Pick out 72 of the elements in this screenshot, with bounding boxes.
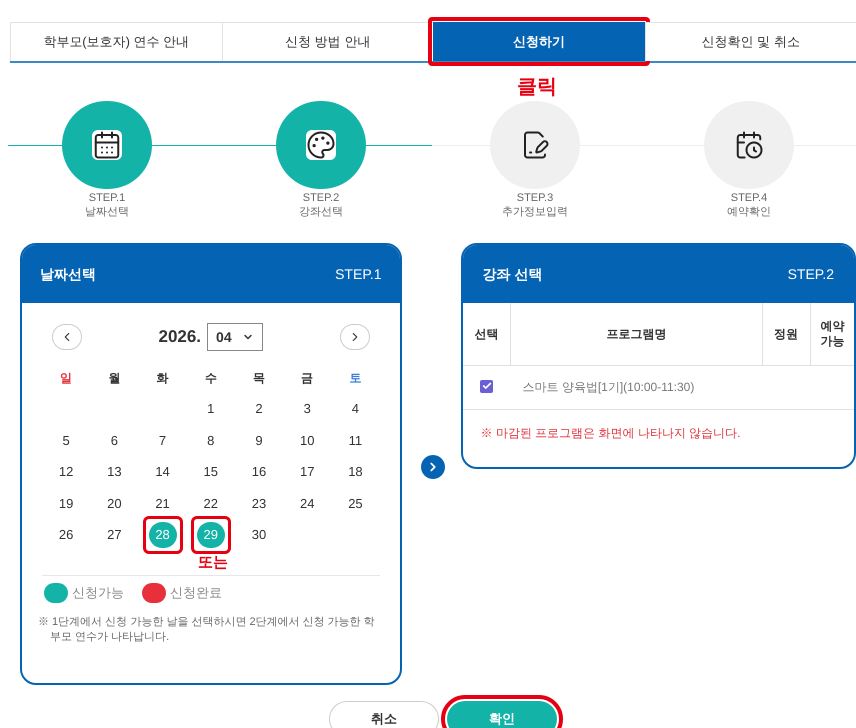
weekday-label: 금 <box>301 370 314 387</box>
weekday-label: 목 <box>252 370 265 387</box>
calendar-day[interactable]: 20 <box>100 490 128 517</box>
column-header: 선택 <box>462 303 510 365</box>
weekday-label: 수 <box>204 370 217 387</box>
calendar-day[interactable]: 6 <box>100 427 128 454</box>
calendar-day[interactable]: 27 <box>100 522 128 548</box>
column-header: 예약 가능 <box>810 303 854 365</box>
step-number: STEP.3 <box>516 191 554 205</box>
calendar-day[interactable]: 26 <box>52 522 80 548</box>
cancel-button[interactable]: 취소 <box>329 701 439 728</box>
legend-label: 신청가능 <box>72 584 124 602</box>
step-label: 날짜선택 <box>85 205 129 219</box>
calendar-day[interactable]: 23 <box>244 490 273 517</box>
help-note: ※ 1단계에서 신청 가능한 날을 선택하시면 2단계에서 신청 가능한 학부모 연수가 나타납니다. <box>38 614 376 645</box>
calendar-day[interactable]: 4 <box>341 396 370 422</box>
panel-title: 강좌 선택 <box>482 264 542 284</box>
palette-icon <box>306 130 336 160</box>
calendar-day[interactable]: 18 <box>341 458 370 485</box>
or-note: 또는 <box>198 552 228 573</box>
calendar-day[interactable]: 5 <box>52 427 80 454</box>
calendar-day[interactable]: 14 <box>148 458 177 485</box>
column-header: 프로그램명 <box>510 303 762 365</box>
step-label: 추가정보입력 <box>502 205 568 219</box>
step-number: STEP.4 <box>730 191 768 205</box>
tab[interactable]: 신청하기 <box>433 22 644 61</box>
weekday-label: 월 <box>108 370 120 387</box>
calendar-day[interactable]: 8 <box>196 427 225 454</box>
calendar-day[interactable]: 11 <box>341 427 370 454</box>
calendar-day[interactable]: 17 <box>293 458 322 485</box>
tab[interactable]: 신청 방법 안내 <box>222 22 433 61</box>
step-number: STEP.1 <box>335 264 382 284</box>
calendar-day[interactable]: 24 <box>293 490 322 517</box>
calendar-day[interactable]: 9 <box>244 427 273 454</box>
program-name: 스마트 양육법[1기](10:00-11:30) <box>510 365 854 409</box>
calendar-day[interactable]: 13 <box>100 458 128 485</box>
calendar-day[interactable]: 3 <box>293 396 322 422</box>
calendar-day[interactable]: 7 <box>148 427 177 454</box>
calendar-day[interactable]: 2 <box>244 396 273 422</box>
step-label: 예약확인 <box>727 205 771 219</box>
check-icon <box>482 381 492 392</box>
calendar-day[interactable]: 22 <box>196 490 225 517</box>
panel-title: 날짜선택 <box>40 264 96 284</box>
month-select[interactable]: 04 <box>207 323 264 351</box>
click-note: 클릭 <box>517 75 557 99</box>
calendar-day[interactable]: 21 <box>148 490 177 517</box>
calendar-day[interactable]: 25 <box>341 490 370 517</box>
calendar-day[interactable]: 15 <box>196 458 225 485</box>
legend-label: 신청완료 <box>170 584 222 602</box>
notice-text: ※ 마감된 프로그램은 화면에 나타나지 않습니다. <box>480 424 742 442</box>
tab[interactable]: 학부모(보호자) 연수 안내 <box>10 22 222 61</box>
year-label: 2026. <box>158 326 202 348</box>
calendar-day[interactable]: 1 <box>196 396 225 422</box>
calendar-day[interactable]: 10 <box>293 427 322 454</box>
tab[interactable]: 신청확인 및 취소 <box>644 22 856 61</box>
month-value: 04 <box>216 328 232 346</box>
calendar-clock-icon <box>734 130 764 160</box>
step-number: STEP.1 <box>88 191 126 205</box>
next-step-button[interactable] <box>420 455 444 479</box>
step-number: STEP.2 <box>302 191 340 205</box>
row-checkbox[interactable] <box>480 380 493 393</box>
weekday-label: 일 <box>60 370 72 387</box>
calendar-day[interactable]: 12 <box>52 458 80 485</box>
weekday-label: 화 <box>156 370 169 387</box>
column-header: 정원 <box>762 303 810 365</box>
weekday-label: 토 <box>349 370 362 387</box>
calendar-day[interactable]: 30 <box>244 522 273 548</box>
step-label: 강좌선택 <box>299 205 343 219</box>
calendar-day[interactable]: 19 <box>52 490 80 517</box>
calendar-icon <box>92 130 122 160</box>
step-number: STEP.2 <box>788 264 834 284</box>
calendar-day[interactable]: 16 <box>244 458 273 485</box>
